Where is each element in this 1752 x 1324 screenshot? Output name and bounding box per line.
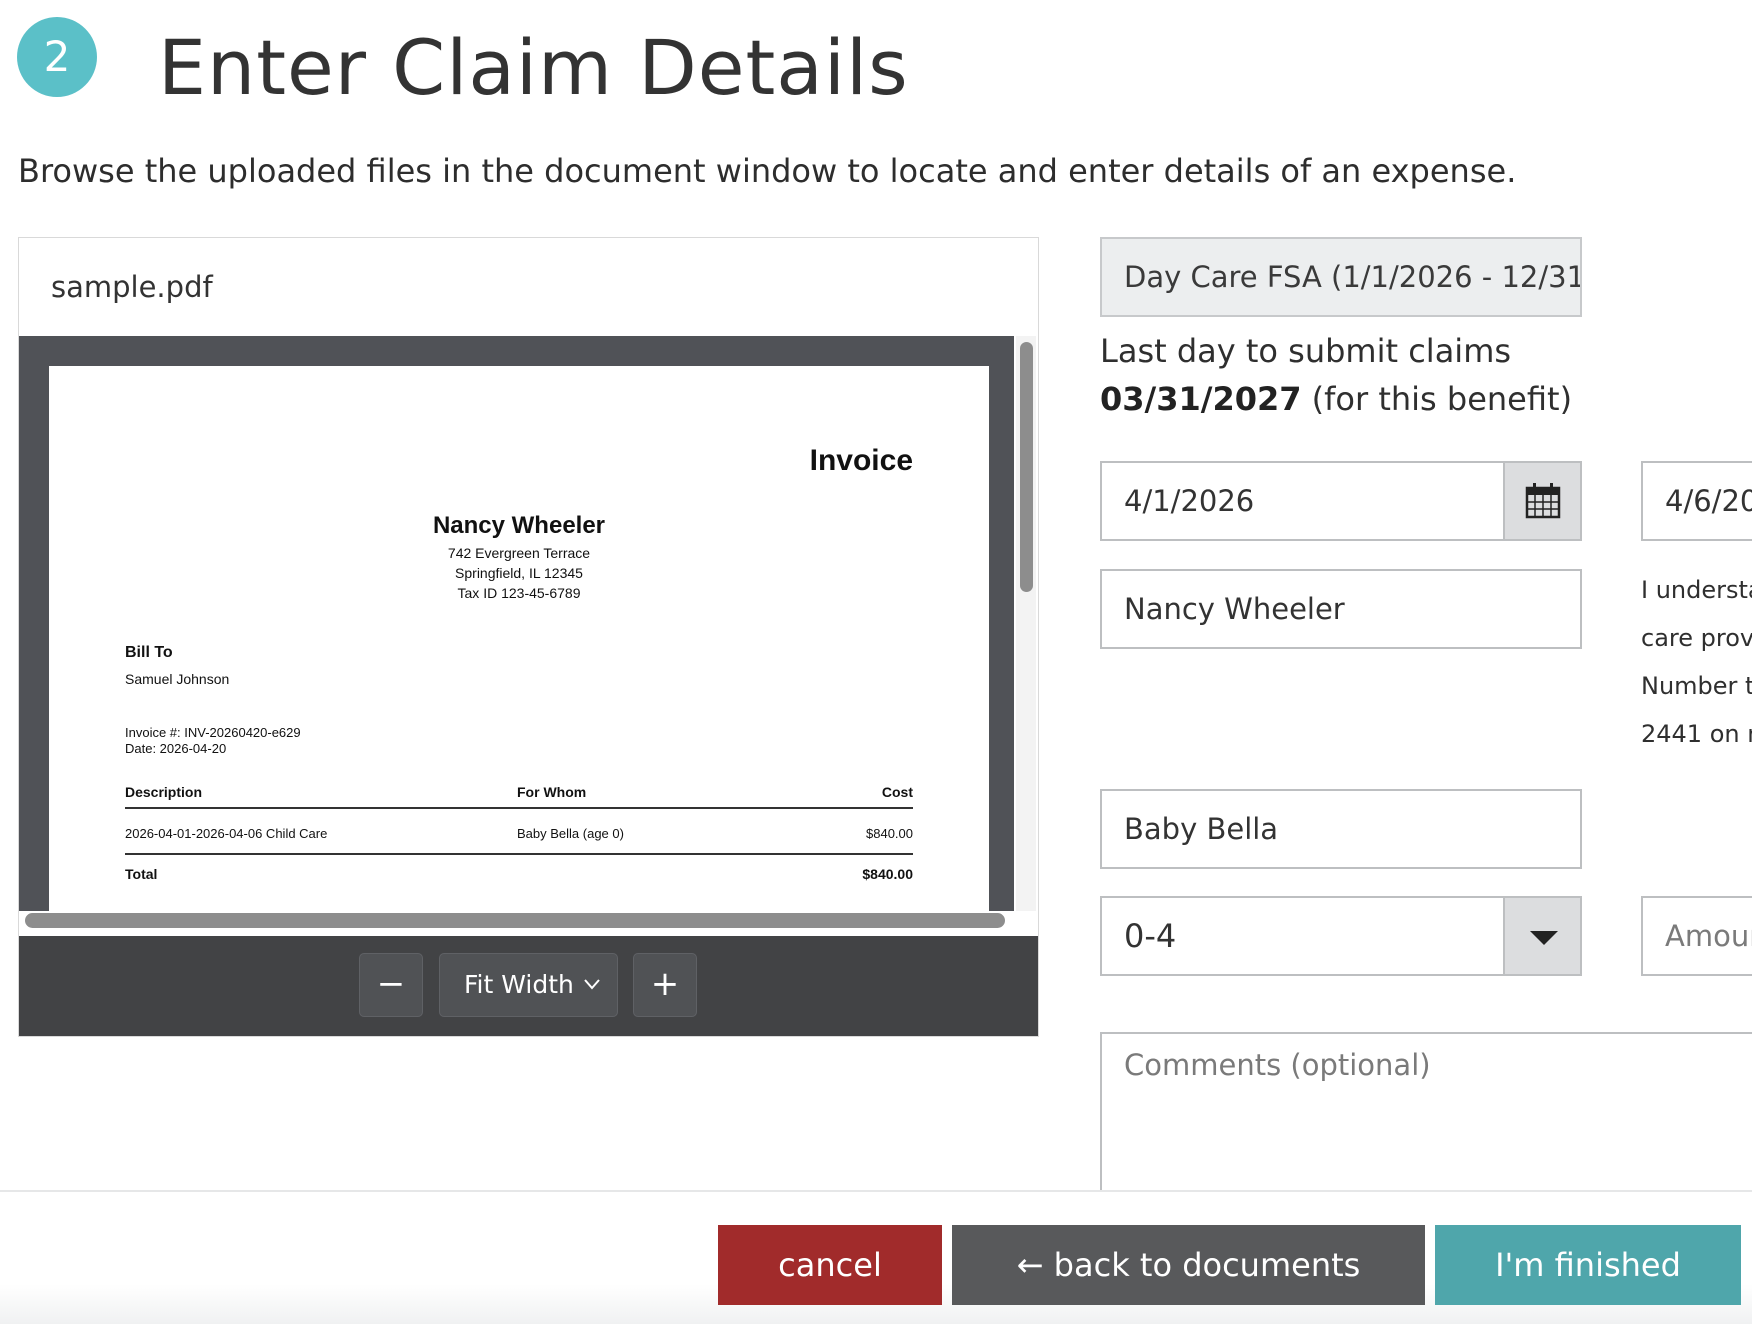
calendar-icon (1525, 483, 1561, 519)
dependent-name-input[interactable]: Baby Bella (1100, 789, 1582, 869)
zoom-in-button[interactable]: + (633, 953, 697, 1017)
zoom-level-label: Fit Width (464, 970, 574, 999)
invoice-date: Date: 2026-04-20 (125, 741, 227, 756)
invoice-vendor-name: Nancy Wheeler (432, 512, 606, 539)
benefit-select[interactable]: Day Care FSA (1/1/2026 - 12/31/2026) (1100, 237, 1582, 317)
zoom-level-select[interactable]: Fit Width (439, 953, 618, 1017)
acknowledgement-text-line: care provi (1641, 624, 1752, 652)
finish-button[interactable]: I'm finished (1435, 1225, 1741, 1305)
vertical-scrollbar-thumb[interactable] (1020, 342, 1033, 592)
service-end-date-input[interactable]: 4/6/2026 (1641, 461, 1752, 541)
acknowledgement-text-line: 2441 on m (1641, 720, 1752, 748)
comments-textarea[interactable]: Comments (optional) (1100, 1032, 1752, 1192)
step-number-badge: 2 (17, 17, 97, 97)
invoice-col-description: Description (125, 784, 203, 800)
invoice-col-cost: Cost (881, 784, 913, 800)
document-filename: sample.pdf (51, 270, 213, 304)
invoice-total-value: $840.00 (862, 866, 913, 882)
deadline-date: 03/31/2027 (1100, 380, 1302, 418)
invoice-bill-to-name: Samuel Johnson (125, 671, 230, 687)
deadline-label: Last day to submit claims (1100, 332, 1512, 370)
invoice-row-description: 2026-04-01-2026-04-06 Child Care (125, 826, 328, 841)
viewer-toolbar: − Fit Width + (19, 936, 1038, 1036)
invoice-vendor-tax-id: Tax ID 123-45-6789 (457, 585, 581, 601)
chevron-down-icon (583, 954, 601, 1036)
acknowledgement-text-line: Number t (1641, 672, 1752, 700)
calendar-button[interactable] (1503, 461, 1582, 541)
invoice-title: Invoice (809, 444, 913, 477)
invoice-col-for-whom: For Whom (517, 784, 587, 800)
page-title: Enter Claim Details (158, 23, 909, 112)
instructions-text: Browse the uploaded files in the documen… (18, 152, 1517, 190)
amount-input[interactable]: Amount (1641, 896, 1752, 976)
invoice-number: Invoice #: INV-20260420-e629 (125, 725, 301, 740)
provider-name-input[interactable]: Nancy Wheeler (1100, 569, 1582, 649)
back-to-documents-button[interactable]: ← back to documents (952, 1225, 1425, 1305)
invoice-header-rule (125, 807, 913, 809)
zoom-out-button[interactable]: − (359, 953, 423, 1017)
document-page: Invoice Nancy Wheeler 742 Evergreen Terr… (49, 366, 989, 911)
caret-down-icon (1530, 931, 1558, 945)
invoice-vendor-address-2: Springfield, IL 12345 (455, 565, 583, 581)
document-viewer: sample.pdf Invoice Nancy Wheeler 742 Eve… (18, 237, 1039, 1037)
invoice-bill-to-label: Bill To (125, 644, 173, 661)
cancel-button[interactable]: cancel (718, 1225, 942, 1305)
age-dropdown-button[interactable] (1503, 896, 1582, 976)
document-canvas[interactable]: Invoice Nancy Wheeler 742 Evergreen Terr… (19, 336, 1038, 936)
deadline-suffix: (for this benefit) (1301, 380, 1573, 418)
invoice-total-label: Total (125, 866, 158, 882)
invoice-row-for-whom: Baby Bella (age 0) (517, 826, 624, 841)
invoice-vendor-address-1: 742 Evergreen Terrace (447, 545, 591, 561)
document-scroll-area[interactable]: Invoice Nancy Wheeler 742 Evergreen Terr… (19, 336, 1014, 911)
deadline-date-line: 03/31/2027 (for this benefit) (1100, 380, 1572, 418)
invoice-row-cost: $840.00 (866, 826, 913, 841)
horizontal-scrollbar-thumb[interactable] (25, 913, 1005, 928)
acknowledgement-text-line: I understa (1641, 576, 1752, 604)
invoice-total-rule (125, 853, 913, 855)
